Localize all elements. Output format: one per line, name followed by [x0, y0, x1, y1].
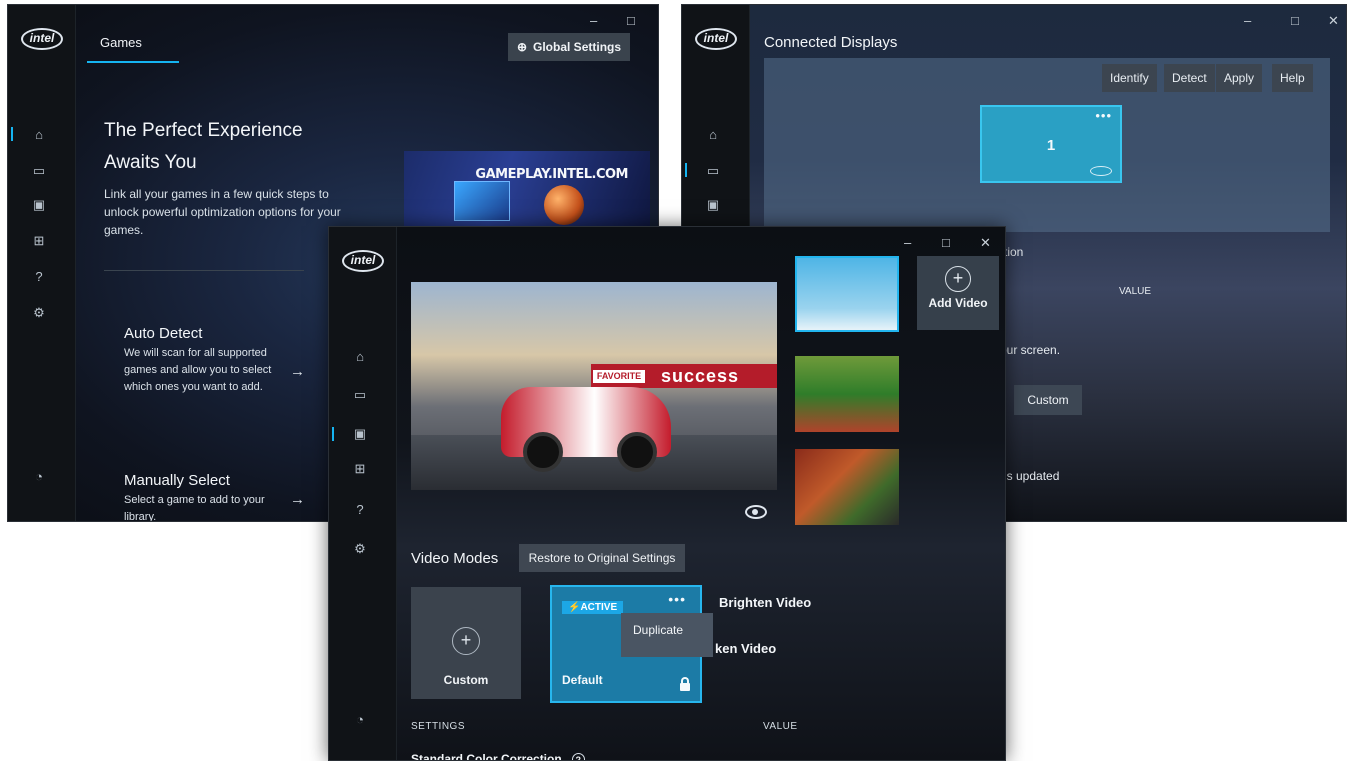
intel-logo: intel — [21, 28, 63, 50]
partial-status: is updated — [1004, 469, 1060, 483]
wheel — [617, 432, 657, 472]
video-icon[interactable]: ▣ — [703, 195, 723, 215]
auto-detect-arrow-icon[interactable]: → — [290, 363, 305, 380]
video-icon[interactable]: ▣ — [29, 195, 49, 215]
wheel — [523, 432, 563, 472]
mode-darken-video[interactable]: ken Video — [715, 641, 776, 656]
active-badge: ⚡ACTIVE — [562, 601, 624, 614]
monitor-icon[interactable]: ▭ — [350, 385, 370, 405]
intel-logo: intel — [695, 28, 737, 50]
video-window: intel ⌂ ▭ ▣ ⊞ ? ⚙ ◔ – □ ✕ FAVORITE succe… — [328, 226, 1006, 761]
hero-subtitle: Link all your games in a few quick steps… — [104, 187, 341, 237]
restore-button[interactable]: Restore to Original Settings — [519, 544, 685, 572]
manual-select-desc: Select a game to add to your library. — [124, 494, 265, 522]
globe-icon: ⊕ — [516, 40, 528, 54]
more-options-icon[interactable]: ••• — [1095, 108, 1112, 123]
tab-underline — [87, 61, 179, 63]
help-icon[interactable]: ? — [29, 267, 49, 287]
maximize-icon[interactable]: □ — [1291, 13, 1299, 28]
home-icon[interactable]: ⌂ — [29, 125, 49, 145]
maximize-icon[interactable]: □ — [627, 13, 635, 28]
add-video-button[interactable]: + Add Video — [917, 256, 999, 330]
minimize-icon[interactable]: – — [590, 13, 597, 28]
active-badge-label: ACTIVE — [580, 602, 618, 613]
monitor-icon[interactable]: ▭ — [703, 161, 723, 181]
minimize-icon[interactable]: – — [904, 235, 911, 250]
help-icon[interactable]: ? — [571, 753, 585, 760]
nav-active-indicator — [11, 127, 13, 141]
partial-description: our screen. — [1000, 343, 1061, 357]
display-number: 1 — [1046, 137, 1056, 154]
video-thumb-people[interactable] — [795, 356, 899, 432]
intel-logo-small — [1090, 166, 1112, 176]
standard-color-label: Standard Color Correction — [411, 752, 562, 761]
apply-button[interactable]: Apply — [1216, 64, 1263, 92]
plus-icon: + — [945, 266, 971, 292]
bell-icon[interactable]: ◔ — [29, 467, 49, 487]
promo-banner[interactable]: GAMEPLAY.INTEL.COM — [404, 151, 650, 231]
compare-eye-icon[interactable] — [745, 505, 767, 519]
standard-color-correction: Standard Color Correction? — [411, 752, 585, 761]
auto-detect-title[interactable]: Auto Detect — [124, 325, 202, 342]
preview-success-text: success — [661, 366, 740, 386]
identify-button[interactable]: Identify — [1102, 64, 1157, 92]
detect-button[interactable]: Detect — [1164, 64, 1215, 92]
nav-active-indicator — [685, 163, 687, 177]
mode-brighten-video[interactable]: Brighten Video — [719, 595, 811, 610]
more-options-icon[interactable]: ••• — [668, 591, 686, 607]
sidebar: intel ⌂ ▭ ▣ ⊞ ? ⚙ ◔ — [8, 5, 76, 521]
context-menu: Duplicate — [621, 613, 713, 657]
promo-text: GAMEPLAY.INTEL.COM — [475, 167, 628, 182]
video-thumb-food[interactable] — [795, 449, 899, 525]
help-icon[interactable]: ? — [350, 500, 370, 520]
lock-icon — [680, 677, 690, 691]
intel-logo: intel — [342, 250, 384, 272]
monitor-icon[interactable]: ▭ — [29, 161, 49, 181]
apps-grid-icon[interactable]: ⊞ — [29, 231, 49, 251]
promo-screen-image — [454, 181, 510, 221]
mode-custom-label: Custom — [443, 673, 489, 687]
bolt-icon: ⚡ — [568, 602, 581, 613]
mode-default-label: Default — [562, 673, 603, 687]
video-thumb-snowboard[interactable] — [795, 256, 899, 332]
divider — [104, 270, 304, 271]
bell-icon[interactable]: ◔ — [350, 710, 370, 730]
global-settings-label: Global Settings — [533, 40, 622, 54]
plus-icon: + — [452, 627, 480, 655]
preview-favorite: FAVORITE — [593, 370, 645, 383]
partial-heading: tion — [1004, 245, 1024, 259]
value-header: VALUE — [1119, 286, 1152, 297]
custom-button[interactable]: Custom — [1014, 385, 1082, 415]
home-icon[interactable]: ⌂ — [350, 347, 370, 367]
hero-title: The Perfect Experience Awaits You — [104, 120, 303, 173]
nav-active-indicator — [332, 427, 334, 441]
video-preview[interactable]: FAVORITE success — [411, 282, 777, 490]
gear-icon[interactable]: ⚙ — [29, 303, 49, 323]
display-tile-1[interactable]: ••• 1 — [980, 105, 1122, 183]
video-icon[interactable]: ▣ — [350, 424, 370, 444]
mode-custom-card[interactable]: + Custom — [411, 587, 521, 699]
home-icon[interactable]: ⌂ — [703, 125, 723, 145]
sidebar: intel ⌂ ▭ ▣ ⊞ ? ⚙ ◔ — [329, 227, 397, 760]
promo-planet-image — [544, 185, 584, 225]
video-main: – □ ✕ FAVORITE success + Add Video Video… — [397, 227, 1005, 760]
auto-detect-desc: We will scan for all supported games and… — [124, 347, 272, 393]
manual-select-arrow-icon[interactable]: → — [290, 491, 305, 508]
minimize-icon[interactable]: – — [1244, 13, 1251, 28]
tab-games[interactable]: Games — [100, 35, 142, 50]
manual-select-title[interactable]: Manually Select — [124, 472, 230, 489]
connected-displays-title: Connected Displays — [764, 34, 898, 51]
maximize-icon[interactable]: □ — [942, 235, 950, 250]
close-icon[interactable]: ✕ — [1328, 13, 1339, 29]
add-video-label: Add Video — [928, 296, 988, 310]
video-modes-title: Video Modes — [411, 550, 499, 567]
settings-header: SETTINGS — [411, 721, 466, 732]
global-settings-button[interactable]: ⊕ Global Settings — [508, 33, 630, 61]
help-button[interactable]: Help — [1272, 64, 1313, 92]
apps-grid-icon[interactable]: ⊞ — [350, 459, 370, 479]
close-icon[interactable]: ✕ — [980, 235, 991, 251]
menu-item-duplicate[interactable]: Duplicate — [633, 623, 683, 637]
value-header: VALUE — [763, 721, 798, 732]
gear-icon[interactable]: ⚙ — [350, 539, 370, 559]
